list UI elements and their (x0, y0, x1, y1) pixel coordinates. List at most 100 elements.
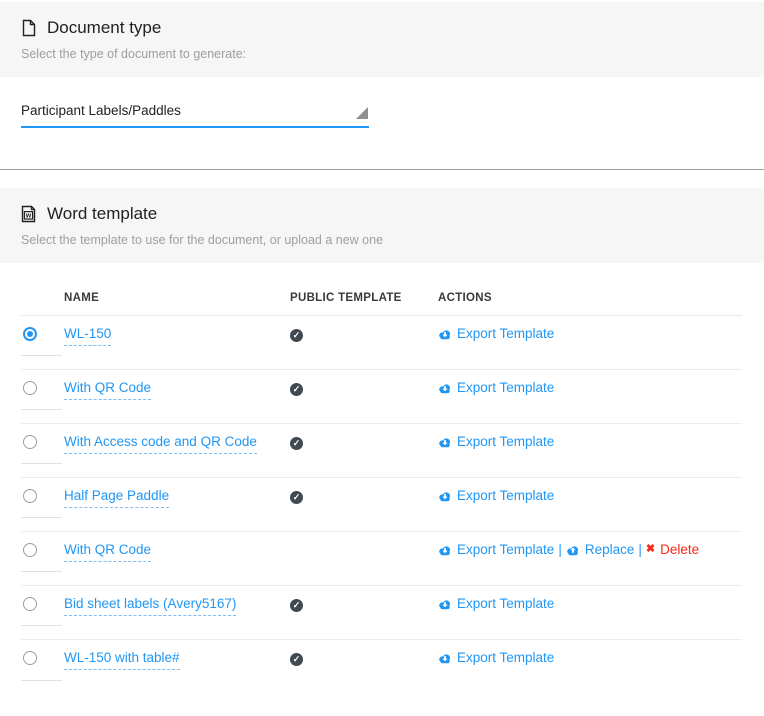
template-name-link[interactable]: Half Page Paddle (64, 488, 169, 508)
action-label: Export Template (457, 434, 554, 449)
action-label: Delete (660, 542, 699, 557)
template-radio[interactable] (23, 597, 37, 611)
word-template-title: Word template (47, 204, 157, 224)
name-cell: With Access code and QR Code (64, 424, 290, 477)
public-template-check-icon: ✓ (290, 329, 303, 342)
export-template-link[interactable]: Export Template (438, 542, 554, 557)
export-template-link[interactable]: Export Template (438, 650, 554, 665)
svg-text:w: w (25, 213, 32, 220)
row-actions: Export Template (438, 586, 742, 639)
row-actions: Export Template (438, 478, 742, 531)
radio-cell (21, 586, 64, 639)
template-name-link[interactable]: With QR Code (64, 380, 151, 400)
radio-cell (21, 424, 64, 477)
action-label: Export Template (457, 542, 554, 557)
name-cell: Bid sheet labels (Avery5167) (64, 586, 290, 639)
public-template-cell: ✓ (290, 316, 438, 369)
public-template-cell: ✓ (290, 586, 438, 639)
public-template-cell: ✓ (290, 640, 438, 694)
template-radio[interactable] (23, 327, 37, 341)
template-table-header: NAME PUBLIC TEMPLATE ACTIONS (21, 280, 742, 316)
cloud-download-icon (438, 652, 452, 664)
cloud-download-icon (438, 544, 452, 556)
public-template-check-icon: ✓ (290, 491, 303, 504)
radio-cell (21, 640, 64, 694)
action-label: Export Template (457, 488, 554, 503)
row-actions: Export Template (438, 424, 742, 477)
cloud-download-icon (438, 436, 452, 448)
radio-cell (21, 370, 64, 423)
name-cell: WL-150 (64, 316, 290, 369)
public-template-cell (290, 532, 438, 585)
action-label: Export Template (457, 326, 554, 341)
public-template-cell: ✓ (290, 478, 438, 531)
template-radio[interactable] (23, 651, 37, 665)
table-row: WL-150 ✓ Export Template (21, 316, 742, 370)
header-public-template: PUBLIC TEMPLATE (290, 280, 438, 315)
table-row: With QR Code Export Template|Replace|✖De… (21, 532, 742, 586)
row-actions: Export Template (438, 316, 742, 369)
replace-link[interactable]: Replace (566, 542, 635, 557)
template-table-body: WL-150 ✓ Export Template With QR Code ✓ … (21, 316, 742, 694)
radio-cell (21, 316, 64, 369)
action-separator: | (638, 542, 642, 557)
cloud-upload-icon (566, 544, 580, 556)
table-row: Bid sheet labels (Avery5167) ✓ Export Te… (21, 586, 742, 640)
template-radio[interactable] (23, 543, 37, 557)
word-template-subtitle: Select the template to use for the docum… (21, 233, 743, 247)
word-template-section-header: w Word template Select the template to u… (0, 188, 764, 263)
name-cell: WL-150 with table# (64, 640, 290, 694)
name-cell: Half Page Paddle (64, 478, 290, 531)
radio-cell (21, 532, 64, 585)
action-label: Export Template (457, 380, 554, 395)
template-radio[interactable] (23, 489, 37, 503)
table-row: WL-150 with table# ✓ Export Template (21, 640, 742, 694)
header-radio-column (21, 280, 64, 315)
export-template-link[interactable]: Export Template (438, 596, 554, 611)
public-template-check-icon: ✓ (290, 653, 303, 666)
document-type-subtitle: Select the type of document to generate: (21, 47, 743, 61)
cloud-download-icon (438, 598, 452, 610)
document-type-title: Document type (47, 18, 161, 38)
dropdown-arrow-icon (356, 107, 368, 119)
template-name-link[interactable]: WL-150 (64, 326, 111, 346)
action-label: Replace (585, 542, 635, 557)
x-icon: ✖ (646, 544, 655, 555)
delete-link[interactable]: ✖ Delete (646, 542, 699, 557)
radio-cell (21, 478, 64, 531)
public-template-cell: ✓ (290, 424, 438, 477)
template-radio[interactable] (23, 381, 37, 395)
action-label: Export Template (457, 650, 554, 665)
public-template-check-icon: ✓ (290, 599, 303, 612)
action-label: Export Template (457, 596, 554, 611)
export-template-link[interactable]: Export Template (438, 434, 554, 449)
document-type-form: Participant Labels/Paddles (0, 77, 764, 169)
header-name: NAME (64, 280, 290, 315)
export-template-link[interactable]: Export Template (438, 488, 554, 503)
export-template-link[interactable]: Export Template (438, 380, 554, 395)
public-template-check-icon: ✓ (290, 437, 303, 450)
table-row: With QR Code ✓ Export Template (21, 370, 742, 424)
template-name-link[interactable]: With QR Code (64, 542, 151, 562)
row-actions: Export Template (438, 370, 742, 423)
table-row: With Access code and QR Code ✓ Export Te… (21, 424, 742, 478)
document-type-selected-value: Participant Labels/Paddles (21, 103, 181, 118)
public-template-check-icon: ✓ (290, 383, 303, 396)
template-table: NAME PUBLIC TEMPLATE ACTIONS WL-150 ✓ Ex… (21, 280, 742, 694)
name-cell: With QR Code (64, 370, 290, 423)
template-name-link[interactable]: Bid sheet labels (Avery5167) (64, 596, 236, 616)
export-template-link[interactable]: Export Template (438, 326, 554, 341)
table-row: Half Page Paddle ✓ Export Template (21, 478, 742, 532)
action-separator: | (558, 542, 562, 557)
name-cell: With QR Code (64, 532, 290, 585)
template-name-link[interactable]: WL-150 with table# (64, 650, 180, 670)
public-template-cell: ✓ (290, 370, 438, 423)
cloud-download-icon (438, 490, 452, 502)
row-actions: Export Template (438, 640, 742, 694)
word-file-icon: w (21, 205, 36, 223)
template-radio[interactable] (23, 435, 37, 449)
document-type-select[interactable]: Participant Labels/Paddles (21, 103, 369, 128)
header-actions: ACTIONS (438, 280, 742, 315)
template-name-link[interactable]: With Access code and QR Code (64, 434, 257, 454)
row-actions: Export Template|Replace|✖Delete (438, 532, 742, 585)
